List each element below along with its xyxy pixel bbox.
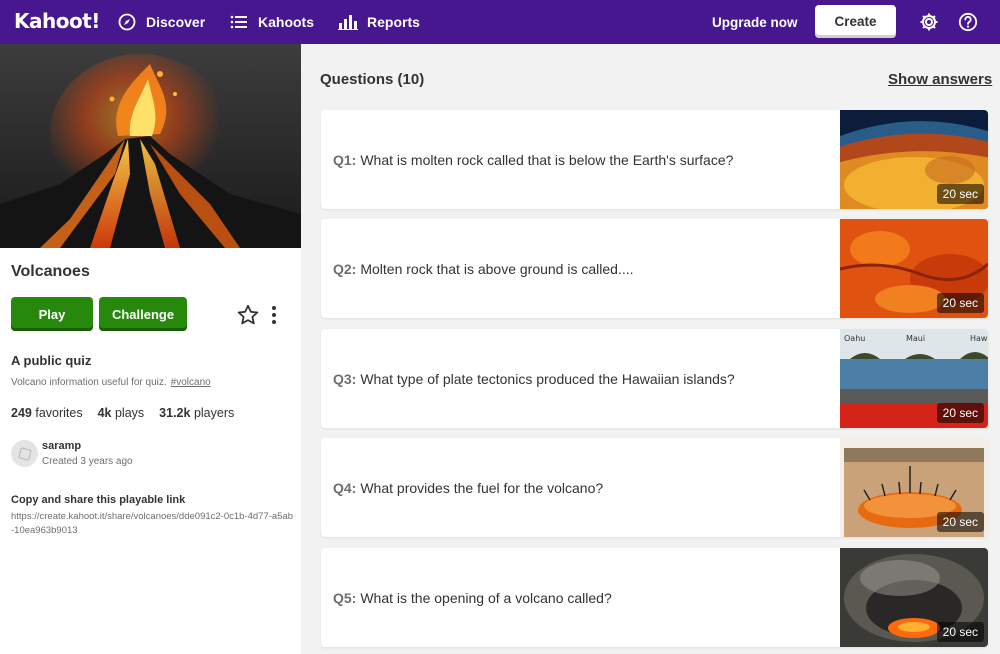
questions-header: Questions (10) [320, 71, 425, 88]
time-badge: 20 sec [936, 184, 984, 204]
help-icon[interactable] [957, 11, 979, 33]
question-label: Molten rock that is above ground is call… [360, 260, 634, 277]
question-label: What provides the fuel for the volcano? [360, 479, 604, 496]
more-options-icon[interactable] [266, 303, 282, 327]
favorites-label: favorites [35, 406, 83, 420]
question-number: Q5: [333, 589, 357, 606]
nav-kahoots[interactable]: Kahoots [229, 0, 314, 44]
share-title: Copy and share this playable link [11, 494, 186, 506]
avatar[interactable] [11, 440, 38, 467]
thumb-label-hawaii: Haw [970, 334, 988, 343]
question-card-2[interactable]: Q2: Molten rock that is above ground is … [321, 219, 988, 318]
question-text: Q3: What type of plate tectonics produce… [333, 329, 735, 428]
bar-chart-icon [338, 12, 358, 32]
kahoot-details-panel: Volcanoes Play Challenge A public quiz V… [0, 44, 301, 654]
challenge-button[interactable]: Challenge [99, 297, 187, 331]
question-number: Q1: [333, 151, 357, 168]
question-card-1[interactable]: Q1: What is molten rock called that is b… [321, 110, 988, 209]
nav-kahoots-label: Kahoots [258, 14, 314, 30]
players-count: 31.2k [159, 406, 191, 420]
question-number: Q4: [333, 479, 357, 496]
question-card-5[interactable]: Q5: What is the opening of a volcano cal… [321, 548, 988, 647]
question-number: Q3: [333, 370, 357, 387]
time-badge: 20 sec [936, 293, 984, 313]
kahoot-logo[interactable]: Kahoot! [14, 9, 100, 33]
plays-count: 4k [97, 406, 112, 420]
question-label: What type of plate tectonics produced th… [360, 370, 735, 387]
thumb-label-maui: Maui [906, 334, 925, 343]
question-card-4[interactable]: Q4: What provides the fuel for the volca… [321, 438, 988, 537]
time-badge: 20 sec [936, 622, 984, 642]
nav-reports[interactable]: Reports [338, 0, 420, 44]
question-label: What is the opening of a volcano called? [360, 589, 612, 606]
nav-discover[interactable]: Discover [117, 0, 205, 44]
question-number: Q2: [333, 260, 357, 277]
question-text: Q4: What provides the fuel for the volca… [333, 438, 603, 537]
players-label: players [193, 406, 235, 420]
question-thumbnail: 20 sec [840, 219, 988, 318]
favorites-count: 249 [11, 406, 32, 420]
time-badge: 20 sec [936, 512, 984, 532]
creator-name[interactable]: saramp [42, 440, 81, 452]
question-thumbnail: 20 sec [840, 548, 988, 647]
gear-icon[interactable] [918, 11, 940, 33]
play-button[interactable]: Play [11, 297, 93, 331]
create-button[interactable]: Create [815, 5, 896, 38]
favorites-stat: 249 favorites [11, 406, 83, 420]
cover-image [0, 44, 301, 248]
kahoot-description: Volcano information useful for quiz. #vol… [11, 377, 211, 388]
question-thumbnail: 20 sec [840, 110, 988, 209]
time-badge: 20 sec [936, 403, 984, 423]
question-text: Q2: Molten rock that is above ground is … [333, 219, 634, 318]
top-nav-bar: Kahoot! Discover Kahoots Reports Upgrade… [0, 0, 1000, 44]
show-answers-button[interactable]: Show answers [888, 71, 992, 88]
question-card-3[interactable]: Q3: What type of plate tectonics produce… [321, 329, 988, 428]
thumb-label-oahu: Oahu [844, 334, 865, 343]
question-label: What is molten rock called that is below… [360, 151, 734, 168]
tag-link[interactable]: #volcano [171, 377, 211, 388]
question-text: Q1: What is molten rock called that is b… [333, 110, 733, 209]
kahoot-title: Volcanoes [11, 263, 90, 280]
description-text: Volcano information useful for quiz. [11, 377, 167, 388]
compass-icon [117, 12, 137, 32]
question-thumbnail: 20 sec [840, 438, 988, 537]
nav-discover-label: Discover [146, 14, 206, 30]
visibility-label: A public quiz [11, 353, 92, 368]
star-icon[interactable] [236, 303, 260, 327]
nav-reports-label: Reports [367, 14, 420, 30]
upgrade-now-link[interactable]: Upgrade now [712, 0, 798, 44]
list-icon [229, 12, 249, 32]
plays-label: plays [114, 406, 145, 420]
question-text: Q5: What is the opening of a volcano cal… [333, 548, 612, 647]
question-thumbnail: Oahu Maui Haw 20 sec [840, 329, 988, 428]
share-link[interactable]: https://create.kahoot.it/share/volcanoes… [11, 510, 296, 538]
created-date: Created 3 years ago [42, 456, 133, 467]
plays-stat: 4k plays [98, 406, 145, 420]
kahoot-stats: 249 favorites 4k plays 31.2k players [11, 406, 249, 420]
players-stat: 31.2k players [159, 406, 234, 420]
